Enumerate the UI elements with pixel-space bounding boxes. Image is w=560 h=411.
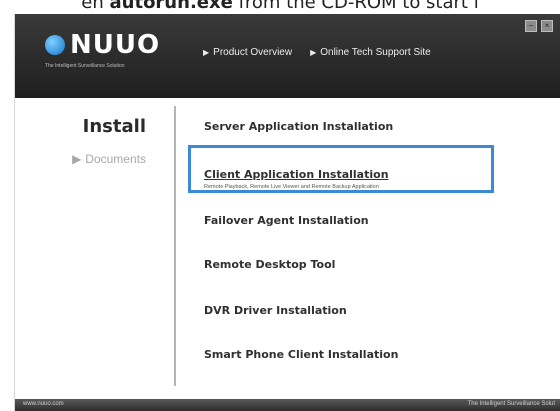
instruction-caption: en autorun.exe from the CD-ROM to start … [0,0,560,14]
minimize-button[interactable]: – [525,20,537,32]
installer-header: – × NUUO The Intelligent Surveillance So… [15,14,560,98]
nuuo-logo: NUUO The Intelligent Surveillance Soluti… [45,32,160,69]
install-title[interactable]: Install [83,116,146,137]
caption-filename: autorun.exe [109,0,233,13]
top-nav: ▶ Product Overview ▶ Online Tech Support… [203,47,431,58]
logo-text: NUUO [70,30,161,60]
nav-online-tech-support-label: Online Tech Support Site [320,47,431,58]
nav-product-overview-label: Product Overview [213,47,293,58]
installer-footer: www.nuuo.com The Intelligent Surveillanc… [15,399,560,411]
failover-agent-installation[interactable]: Failover Agent Installation [204,214,369,227]
play-arrow-icon: ▶ [203,48,210,57]
nav-online-tech-support[interactable]: ▶ Online Tech Support Site [310,47,431,58]
close-button[interactable]: × [541,20,553,32]
documents-link[interactable]: ▶ Documents [72,152,146,166]
nav-product-overview[interactable]: ▶ Product Overview [203,47,292,58]
server-application-installation[interactable]: Server Application Installation [204,120,393,133]
installer-window: – × NUUO The Intelligent Surveillance So… [14,14,560,411]
logo-tagline: The Intelligent Surveillance Solution [45,63,125,69]
vertical-divider [174,106,176,386]
documents-label: Documents [85,152,146,166]
remote-desktop-tool[interactable]: Remote Desktop Tool [204,258,335,271]
logo-circle-icon [45,35,65,55]
caption-suffix: from the CD-ROM to start i [232,0,479,13]
footer-tagline: The Intelligent Surveillance Solut [467,401,555,407]
logo-mark: NUUO [45,32,160,58]
selection-highlight [188,145,494,193]
dvr-driver-installation[interactable]: DVR Driver Installation [204,304,347,317]
left-menu: Install ▶ Documents [15,98,170,388]
smart-phone-client-installation[interactable]: Smart Phone Client Installation [204,348,398,361]
play-arrow-icon: ▶ [310,48,317,57]
window-controls: – × [525,20,553,32]
caption-prefix: en [81,0,110,13]
footer-url[interactable]: www.nuuo.com [23,401,64,407]
play-arrow-icon: ▶ [72,152,82,166]
